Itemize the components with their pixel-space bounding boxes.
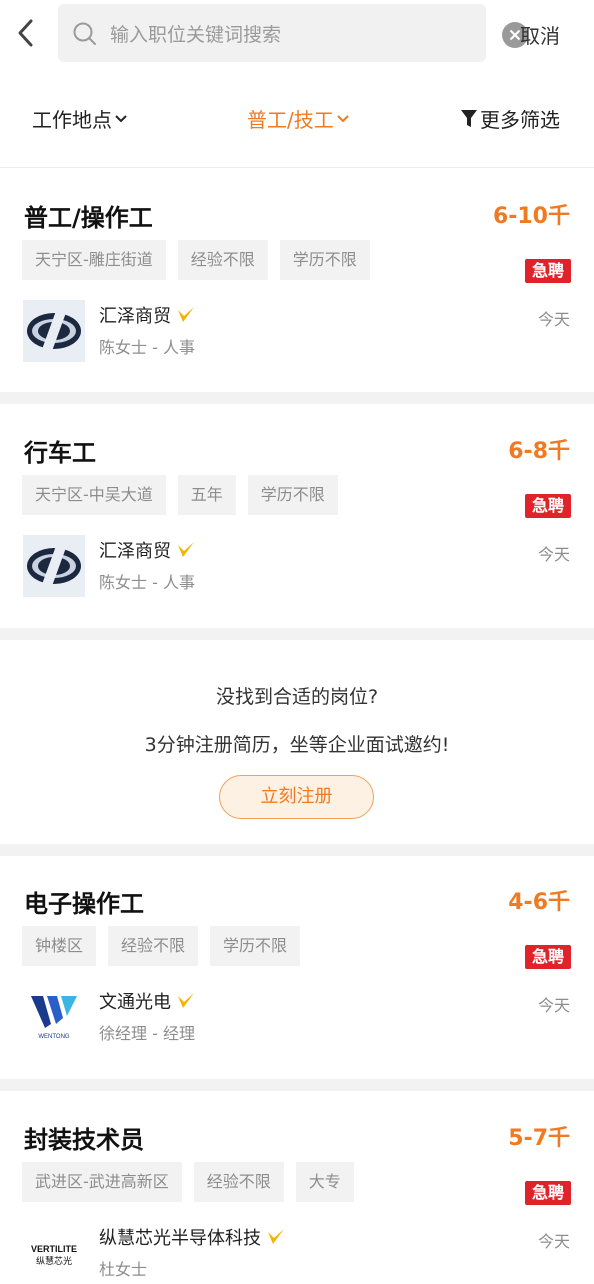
contact-person: 徐经理 - 经理 xyxy=(99,1024,195,1043)
back-icon[interactable] xyxy=(10,16,40,50)
filter-more[interactable]: 更多筛选 xyxy=(460,104,560,133)
divider xyxy=(0,1079,594,1091)
promo-subtitle: 3分钟注册简历，坐等企业面试邀约! xyxy=(144,734,450,756)
company-name-text: 纵慧芯光半导体科技 xyxy=(99,1228,261,1249)
company-name-text: 汇泽商贸 xyxy=(99,541,171,562)
job-tags: 钟楼区 经验不限 学历不限 xyxy=(22,926,301,966)
top-bar: 输入职位关键词搜索 取消 xyxy=(0,0,594,70)
company-name[interactable]: 汇泽商贸 xyxy=(99,302,195,328)
promo-question: 没找到合适的岗位? xyxy=(215,686,379,708)
logo-text-cn: 纵慧芯光 xyxy=(36,1255,72,1267)
company-logo xyxy=(23,300,85,362)
divider xyxy=(0,392,594,404)
search-icon xyxy=(72,21,98,47)
filter-location[interactable]: 工作地点 xyxy=(32,104,128,133)
company-name[interactable]: 文通光电 xyxy=(99,988,195,1014)
job-tag: 武进区-武进高新区 xyxy=(22,1162,182,1202)
divider xyxy=(0,628,594,640)
job-tag: 大专 xyxy=(295,1162,354,1202)
search-input[interactable]: 输入职位关键词搜索 xyxy=(58,4,528,62)
company-name[interactable]: 汇泽商贸 xyxy=(99,537,195,563)
job-title: 普工/操作工 xyxy=(24,204,153,232)
contact-person: 杜女士 xyxy=(99,1260,148,1279)
filter-more-label: 更多筛选 xyxy=(480,108,560,132)
job-tag: 经验不限 xyxy=(193,1162,284,1202)
funnel-icon xyxy=(461,109,477,127)
job-tag: 学历不限 xyxy=(279,240,370,280)
verified-icon xyxy=(178,542,194,557)
verified-icon xyxy=(178,307,194,322)
urgent-badge: 急聘 xyxy=(525,494,571,518)
post-time: 今天 xyxy=(537,310,570,329)
contact-person: 陈女士 - 人事 xyxy=(99,573,195,592)
urgent-badge: 急聘 xyxy=(525,259,571,283)
job-salary: 6-8千 xyxy=(508,439,570,464)
cancel-button[interactable]: 取消 xyxy=(520,20,560,49)
job-tag: 学历不限 xyxy=(210,926,301,966)
company-name[interactable]: 纵慧芯光半导体科技 xyxy=(99,1224,285,1250)
company-logo xyxy=(23,535,85,597)
verified-icon xyxy=(268,1229,284,1244)
search-placeholder: 输入职位关键词搜索 xyxy=(110,24,282,46)
job-salary: 5-7千 xyxy=(508,1126,570,1151)
post-time: 今天 xyxy=(537,996,570,1015)
job-salary: 4-6千 xyxy=(508,890,570,915)
verified-icon xyxy=(178,993,194,1008)
register-promo: 没找到合适的岗位? 3分钟注册简历，坐等企业面试邀约! 立刻注册 xyxy=(0,640,594,844)
job-tags: 天宁区-雕庄街道 经验不限 学历不限 xyxy=(22,240,370,280)
job-title: 行车工 xyxy=(24,439,96,467)
filter-category-label: 普工/技工 xyxy=(247,108,334,132)
register-button[interactable]: 立刻注册 xyxy=(219,775,374,819)
divider xyxy=(0,844,594,856)
job-tags: 天宁区-中吴大道 五年 学历不限 xyxy=(22,475,338,515)
job-tag: 经验不限 xyxy=(108,926,199,966)
logo-text: WENTONG xyxy=(38,1034,70,1040)
job-salary: 6-10千 xyxy=(492,204,570,229)
filter-category[interactable]: 普工/技工 xyxy=(247,104,350,133)
company-logo: WENTONG xyxy=(23,986,85,1048)
company-name-text: 文通光电 xyxy=(99,992,171,1013)
company-logo: VERTILITE 纵慧芯光 xyxy=(23,1222,85,1284)
contact-person: 陈女士 - 人事 xyxy=(99,338,195,357)
post-time: 今天 xyxy=(537,1232,570,1251)
job-card[interactable]: 电子操作工 4-6千 钟楼区 经验不限 学历不限 急聘 WENTONG 文通光电… xyxy=(0,856,594,1078)
urgent-badge: 急聘 xyxy=(525,1181,571,1205)
company-name-text: 汇泽商贸 xyxy=(99,306,171,327)
chevron-down-icon xyxy=(337,114,349,122)
job-card[interactable]: 封装技术员 5-7千 武进区-武进高新区 经验不限 大专 急聘 VERTILIT… xyxy=(0,1092,594,1280)
job-title: 封装技术员 xyxy=(24,1126,144,1154)
job-tag: 学历不限 xyxy=(247,475,338,515)
job-tag: 天宁区-雕庄街道 xyxy=(22,240,166,280)
job-card[interactable]: 行车工 6-8千 天宁区-中吴大道 五年 学历不限 急聘 汇泽商贸 陈女士 - … xyxy=(0,405,594,627)
job-tags: 武进区-武进高新区 经验不限 大专 xyxy=(22,1162,354,1202)
job-tag: 钟楼区 xyxy=(22,926,97,966)
post-time: 今天 xyxy=(537,545,570,564)
job-title: 电子操作工 xyxy=(24,890,144,918)
filter-location-label: 工作地点 xyxy=(32,108,112,132)
filter-bar: 工作地点 普工/技工 更多筛选 xyxy=(0,70,594,168)
urgent-badge: 急聘 xyxy=(525,945,571,969)
chevron-down-icon xyxy=(115,114,127,122)
job-tag: 天宁区-中吴大道 xyxy=(22,475,166,515)
job-tag: 经验不限 xyxy=(177,240,268,280)
logo-text: VERTILITE xyxy=(31,1244,77,1254)
job-card[interactable]: 普工/操作工 6-10千 天宁区-雕庄街道 经验不限 学历不限 急聘 汇泽商贸 … xyxy=(0,170,594,390)
job-tag: 五年 xyxy=(177,475,236,515)
